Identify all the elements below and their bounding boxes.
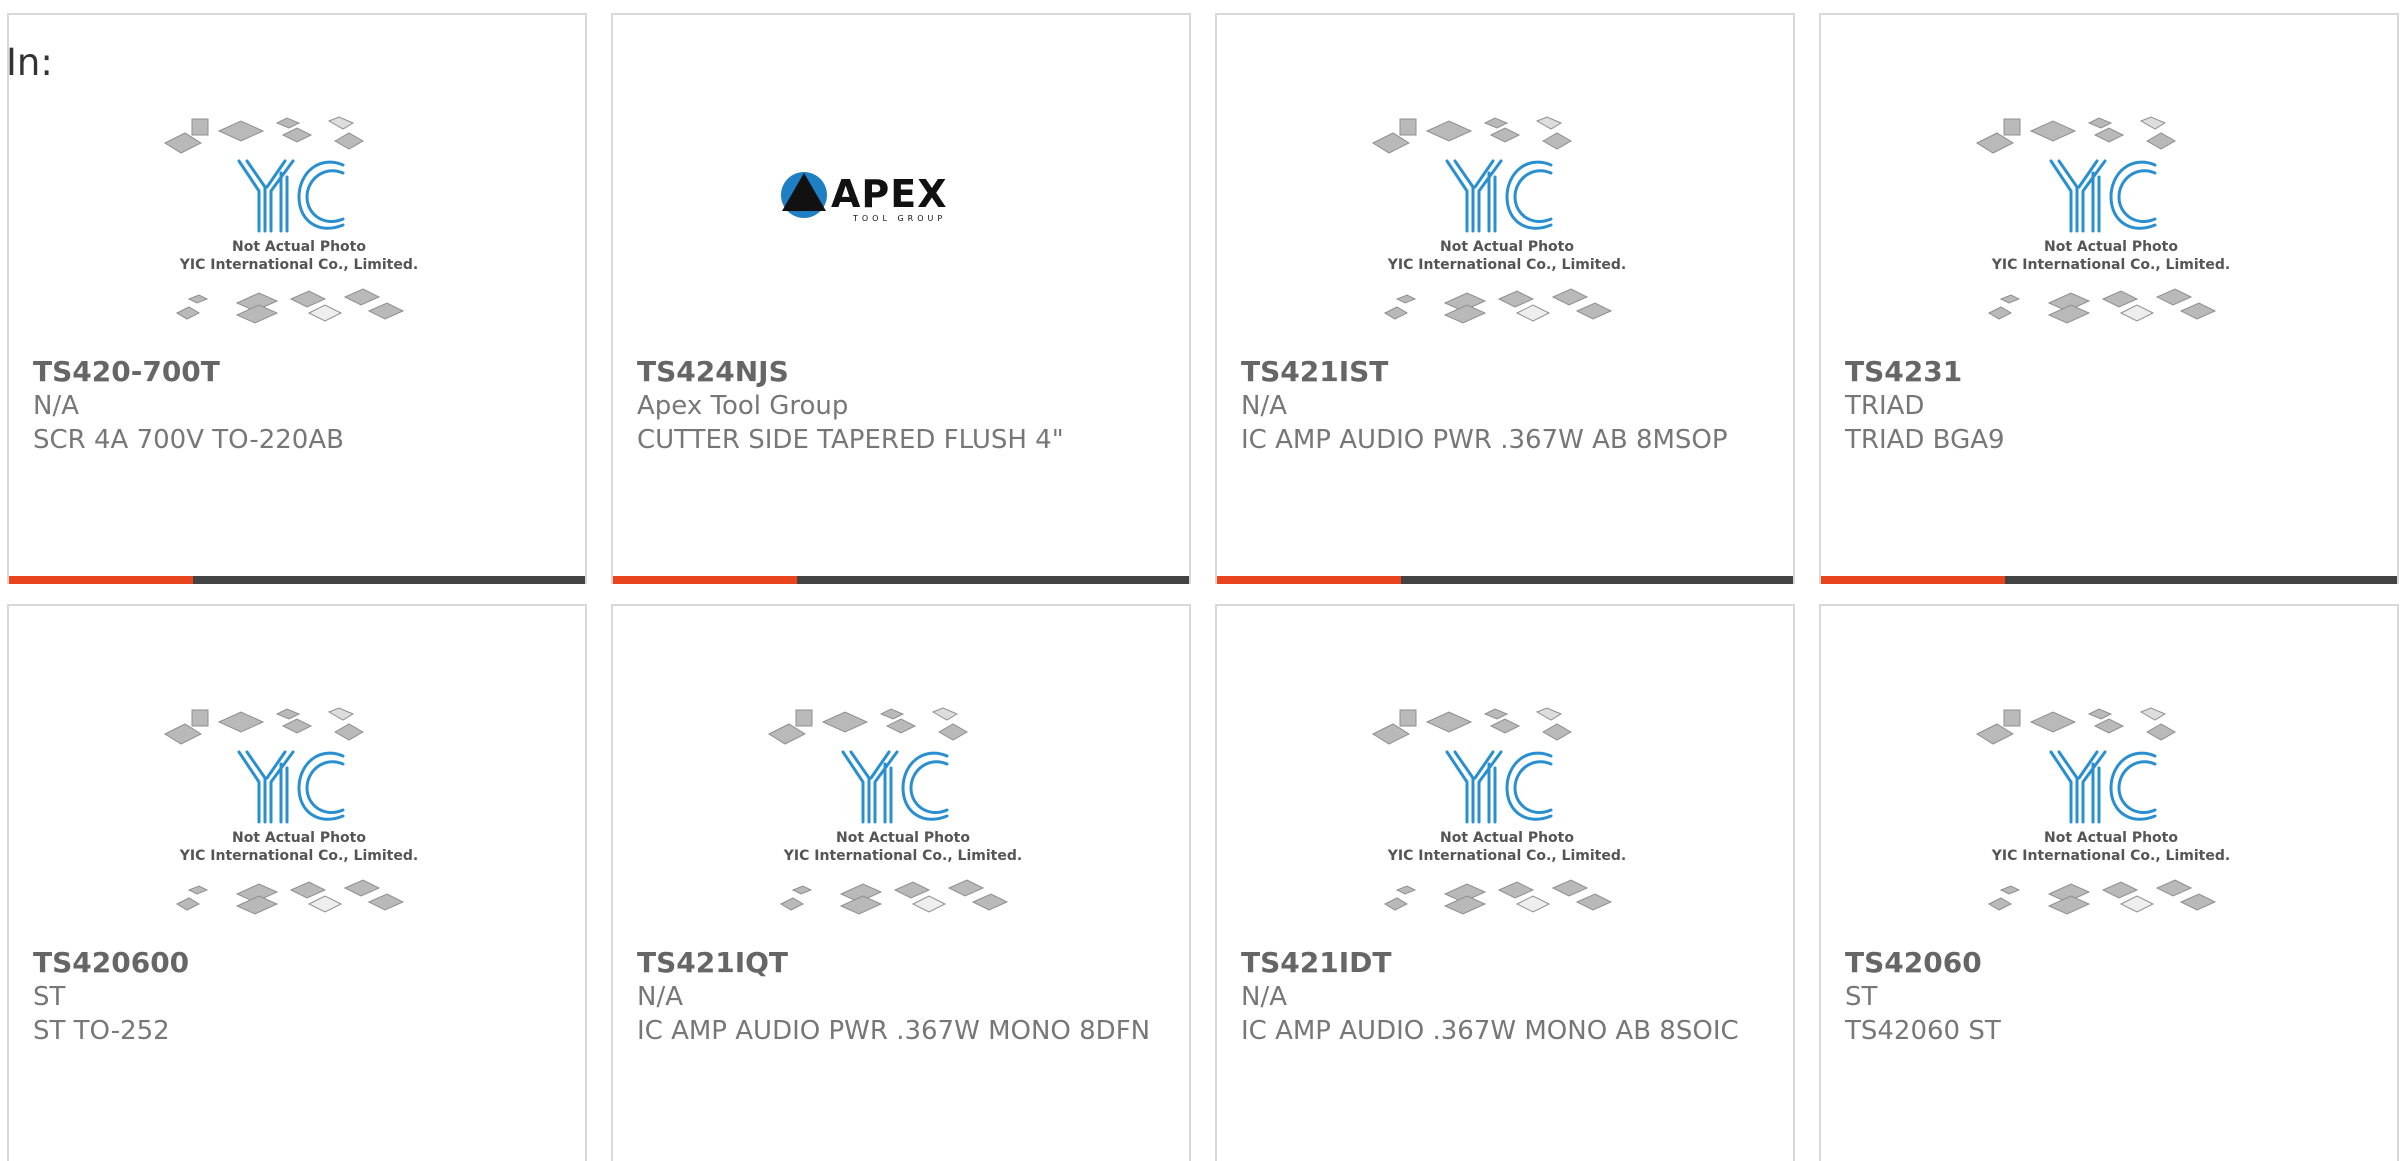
part-number[interactable]: TS421IDT <box>1241 946 1781 980</box>
description: CUTTER SIDE TAPERED FLUSH 4" <box>637 425 1064 455</box>
placeholder-caption-line2: YIC International Co., Limited. <box>783 848 1022 864</box>
manufacturer: N/A <box>1241 391 1287 421</box>
card-accent-bar-fill <box>9 576 194 584</box>
product-info: TS421IST N/A IC AMP AUDIO PWR .367W AB 8… <box>1241 355 1781 457</box>
manufacturer: Apex Tool Group <box>637 391 849 421</box>
placeholder-caption-line2: YIC International Co., Limited. <box>1991 848 2230 864</box>
card-accent-bar-fill <box>613 576 798 584</box>
card-accent-bar <box>9 576 585 584</box>
card-accent-bar <box>613 576 1189 584</box>
filter-label: In: <box>6 41 53 84</box>
product-image-logo[interactable]: APEX TOOL GROUP <box>763 103 1043 357</box>
placeholder-caption-line2: YIC International Co., Limited. <box>1991 257 2230 273</box>
product-image-placeholder[interactable]: Not Actual Photo YIC International Co., … <box>159 694 439 948</box>
product-info: TS424NJS Apex Tool Group CUTTER SIDE TAP… <box>637 355 1177 457</box>
product-info: TS420-700T N/A SCR 4A 700V TO-220AB <box>33 355 573 457</box>
description: IC AMP AUDIO PWR .367W MONO 8DFN <box>637 1016 1151 1046</box>
part-number[interactable]: TS420-700T <box>33 355 573 389</box>
card-accent-bar-fill <box>1821 576 2006 584</box>
manufacturer: N/A <box>1241 982 1287 1012</box>
description: ST TO-252 <box>33 1016 170 1046</box>
product-info: TS42060 ST TS42060 ST <box>1845 946 2385 1048</box>
part-number[interactable]: TS421IST <box>1241 355 1781 389</box>
product-info: TS421IDT N/A IC AMP AUDIO .367W MONO AB … <box>1241 946 1781 1048</box>
part-number[interactable]: TS4231 <box>1845 355 2385 389</box>
product-image-placeholder[interactable]: Not Actual Photo YIC International Co., … <box>1367 103 1647 357</box>
apex-logo-tagline: TOOL GROUP <box>852 214 946 223</box>
manufacturer: N/A <box>637 982 683 1012</box>
placeholder-caption-line1: Not Actual Photo <box>836 830 970 846</box>
card-accent-bar <box>1217 576 1793 584</box>
part-number[interactable]: TS420600 <box>33 946 573 980</box>
manufacturer: TRIAD <box>1845 391 1925 421</box>
card-accent-bar-fill <box>1217 576 1402 584</box>
product-card[interactable]: Not Actual Photo YIC International Co., … <box>611 604 1191 1161</box>
placeholder-caption-line2: YIC International Co., Limited. <box>1387 257 1626 273</box>
part-number[interactable]: TS424NJS <box>637 355 1177 389</box>
product-card[interactable]: Not Actual Photo YIC International Co., … <box>7 13 587 584</box>
product-card[interactable]: APEX TOOL GROUP TS424NJS Apex Tool Group… <box>611 13 1191 584</box>
manufacturer: ST <box>1845 982 1878 1012</box>
manufacturer: ST <box>33 982 66 1012</box>
placeholder-caption-line1: Not Actual Photo <box>2044 830 2178 846</box>
description: SCR 4A 700V TO-220AB <box>33 425 344 455</box>
product-card[interactable]: Not Actual Photo YIC International Co., … <box>1215 13 1795 584</box>
apex-logo-name: APEX <box>831 172 948 216</box>
card-accent-bar <box>1821 576 2397 584</box>
description: IC AMP AUDIO PWR .367W AB 8MSOP <box>1241 425 1728 455</box>
description: IC AMP AUDIO .367W MONO AB 8SOIC <box>1241 1016 1739 1046</box>
product-image-placeholder[interactable]: Not Actual Photo YIC International Co., … <box>1971 694 2251 948</box>
part-number[interactable]: TS42060 <box>1845 946 2385 980</box>
placeholder-caption-line1: Not Actual Photo <box>1440 830 1574 846</box>
description: TRIAD BGA9 <box>1845 425 2005 455</box>
placeholder-caption-line1: Not Actual Photo <box>232 239 366 255</box>
product-image-placeholder[interactable]: Not Actual Photo YIC International Co., … <box>1367 694 1647 948</box>
product-card[interactable]: Not Actual Photo YIC International Co., … <box>1819 604 2399 1161</box>
product-image-placeholder[interactable]: Not Actual Photo YIC International Co., … <box>763 694 1043 948</box>
product-info: TS420600 ST ST TO-252 <box>33 946 573 1048</box>
manufacturer: N/A <box>33 391 79 421</box>
placeholder-caption-line1: Not Actual Photo <box>232 830 366 846</box>
placeholder-caption-line1: Not Actual Photo <box>1440 239 1574 255</box>
product-info: TS4231 TRIAD TRIAD BGA9 <box>1845 355 2385 457</box>
product-card[interactable]: Not Actual Photo YIC International Co., … <box>7 604 587 1161</box>
placeholder-caption-line2: YIC International Co., Limited. <box>179 848 418 864</box>
part-number[interactable]: TS421IQT <box>637 946 1177 980</box>
product-card[interactable]: Not Actual Photo YIC International Co., … <box>1819 13 2399 584</box>
product-info: TS421IQT N/A IC AMP AUDIO PWR .367W MONO… <box>637 946 1177 1048</box>
product-image-placeholder[interactable]: Not Actual Photo YIC International Co., … <box>1971 103 2251 357</box>
product-image-placeholder[interactable]: Not Actual Photo YIC International Co., … <box>159 103 439 357</box>
placeholder-caption-line2: YIC International Co., Limited. <box>1387 848 1626 864</box>
placeholder-caption-line2: YIC International Co., Limited. <box>179 257 418 273</box>
product-grid: Not Actual Photo YIC International Co., … <box>0 0 2400 1161</box>
placeholder-caption-line1: Not Actual Photo <box>2044 239 2178 255</box>
description: TS42060 ST <box>1845 1016 2001 1046</box>
product-card[interactable]: Not Actual Photo YIC International Co., … <box>1215 604 1795 1161</box>
